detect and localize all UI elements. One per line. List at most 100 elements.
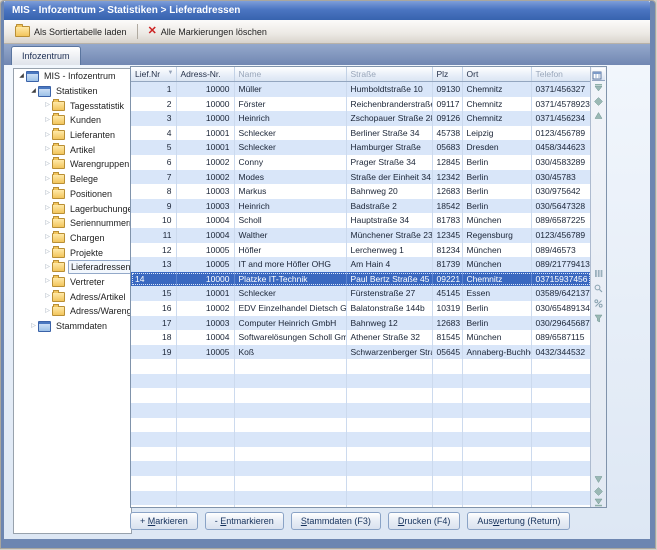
- cell-liefnr[interactable]: 7: [131, 170, 176, 185]
- tree-item[interactable]: Adress/Artikel: [14, 289, 131, 304]
- table-row[interactable]: 2 10000 Förster Reichenbranderstraße 3 0…: [131, 97, 590, 112]
- cell-liefnr[interactable]: 15: [131, 286, 176, 301]
- cell-telefon[interactable]: 0123/456789: [531, 228, 590, 243]
- cell-strasse[interactable]: Bahnweg 12: [346, 316, 432, 331]
- cell-strasse[interactable]: Hauptstraße 34: [346, 213, 432, 228]
- tree-expand-icon[interactable]: [43, 175, 52, 184]
- cell-adressnr[interactable]: 10001: [176, 286, 234, 301]
- cell-adressnr[interactable]: 10000: [176, 272, 234, 287]
- cell-liefnr[interactable]: 10: [131, 213, 176, 228]
- cell-strasse[interactable]: Am Hain 4: [346, 257, 432, 272]
- cell-ort[interactable]: Regensburg: [462, 228, 531, 243]
- cell-plz[interactable]: 09117: [432, 97, 462, 112]
- cell-adressnr[interactable]: 10001: [176, 140, 234, 155]
- cell-adressnr[interactable]: 10004: [176, 213, 234, 228]
- cell-adressnr[interactable]: 10004: [176, 228, 234, 243]
- cell-adressnr[interactable]: 10005: [176, 243, 234, 258]
- cell-plz[interactable]: 09126: [432, 111, 462, 126]
- cell-strasse[interactable]: Reichenbranderstraße 3: [346, 97, 432, 112]
- cell-liefnr[interactable]: 14: [131, 272, 176, 287]
- cell-name[interactable]: Scholl: [234, 213, 346, 228]
- scroll-line-up-button[interactable]: [594, 111, 603, 120]
- tree-item[interactable]: Lagerbuchungen: [14, 201, 131, 216]
- table-row[interactable]: 18 10004 Softwarelösungen Scholl Gmb Ath…: [131, 330, 590, 345]
- cell-plz[interactable]: 12342: [432, 170, 462, 185]
- table-row[interactable]: 14 10000 Platzke IT-Technik Paul Bertz S…: [131, 272, 590, 287]
- tree-item[interactable]: Kunden: [14, 113, 131, 128]
- cell-telefon[interactable]: 03715937456: [531, 272, 590, 287]
- column-header[interactable]: Name: [234, 67, 346, 82]
- cell-telefon[interactable]: 03589/642137: [531, 286, 590, 301]
- tree-expand-icon[interactable]: [43, 189, 52, 198]
- column-header[interactable]: Adress-Nr.: [176, 67, 234, 82]
- cell-name[interactable]: Schlecker: [234, 126, 346, 141]
- cell-strasse[interactable]: Zschopauer Straße 280: [346, 111, 432, 126]
- cell-telefon[interactable]: 0432/344532: [531, 345, 590, 360]
- cell-strasse[interactable]: Balatonstraße 144b: [346, 301, 432, 316]
- cell-ort[interactable]: Chemnitz: [462, 97, 531, 112]
- tree-expand-icon[interactable]: [43, 307, 52, 316]
- mark-button[interactable]: + Markieren: [130, 512, 198, 530]
- cell-ort[interactable]: Berlin: [462, 155, 531, 170]
- cell-liefnr[interactable]: 5: [131, 140, 176, 155]
- column-header[interactable]: Straße: [346, 67, 432, 82]
- cell-name[interactable]: Schlecker: [234, 140, 346, 155]
- cell-telefon[interactable]: 0123/456789: [531, 126, 590, 141]
- cell-name[interactable]: IT and more Höfler OHG: [234, 257, 346, 272]
- stammdaten-button[interactable]: Stammdaten (F3): [291, 512, 381, 530]
- cell-ort[interactable]: Leipzig: [462, 126, 531, 141]
- cell-plz[interactable]: 09221: [432, 272, 462, 287]
- cell-name[interactable]: EDV Einzelhandel Dietsch Gmb: [234, 301, 346, 316]
- cell-liefnr[interactable]: 2: [131, 97, 176, 112]
- cell-telefon[interactable]: 089/46573: [531, 243, 590, 258]
- table-row[interactable]: 7 10002 Modes Straße der Einheit 34 1234…: [131, 170, 590, 185]
- cell-adressnr[interactable]: 10003: [176, 184, 234, 199]
- table-row[interactable]: 3 10000 Heinrich Zschopauer Straße 280 0…: [131, 111, 590, 126]
- tree-expand-icon[interactable]: [43, 160, 52, 169]
- cell-adressnr[interactable]: 10000: [176, 97, 234, 112]
- cell-plz[interactable]: 12683: [432, 316, 462, 331]
- cell-name[interactable]: Computer Heinrich GmbH: [234, 316, 346, 331]
- cell-strasse[interactable]: Prager Straße 34: [346, 155, 432, 170]
- cell-plz[interactable]: 05645: [432, 345, 462, 360]
- cell-telefon[interactable]: 030/975642: [531, 184, 590, 199]
- zoom-percent-button[interactable]: [594, 299, 603, 308]
- table-row[interactable]: 19 10005 Koß Schwarzenberger Straße 0564…: [131, 345, 590, 360]
- scroll-to-bottom-button[interactable]: [594, 498, 603, 507]
- cell-adressnr[interactable]: 10005: [176, 257, 234, 272]
- cell-liefnr[interactable]: 1: [131, 82, 176, 97]
- cell-strasse[interactable]: Humboldtstraße 10: [346, 82, 432, 97]
- cell-strasse[interactable]: Athener Straße 32: [346, 330, 432, 345]
- cell-liefnr[interactable]: 19: [131, 345, 176, 360]
- cell-ort[interactable]: Dresden: [462, 140, 531, 155]
- cell-liefnr[interactable]: 9: [131, 199, 176, 214]
- tree-item[interactable]: Statistiken: [14, 84, 131, 99]
- cell-ort[interactable]: Chemnitz: [462, 272, 531, 287]
- cell-strasse[interactable]: Fürstenstraße 27: [346, 286, 432, 301]
- cell-strasse[interactable]: Schwarzenberger Straße: [346, 345, 432, 360]
- cell-telefon[interactable]: 0371/456327: [531, 82, 590, 97]
- tree-expand-icon[interactable]: [43, 116, 52, 125]
- cell-ort[interactable]: München: [462, 213, 531, 228]
- column-header[interactable]: Plz: [432, 67, 462, 82]
- tree-expand-icon[interactable]: [29, 87, 38, 96]
- tree-item[interactable]: Adress/Warengruppen: [14, 304, 131, 319]
- cell-adressnr[interactable]: 10002: [176, 301, 234, 316]
- cell-name[interactable]: Heinrich: [234, 111, 346, 126]
- cell-plz[interactable]: 12683: [432, 184, 462, 199]
- table-row[interactable]: 9 10003 Heinrich Badstraße 2 18542 Berli…: [131, 199, 590, 214]
- cell-strasse[interactable]: Paul Bertz Straße 45: [346, 272, 432, 287]
- cell-ort[interactable]: Chemnitz: [462, 111, 531, 126]
- cell-telefon[interactable]: 0458/344623: [531, 140, 590, 155]
- cell-ort[interactable]: Annaberg-Buchholz: [462, 345, 531, 360]
- scroll-page-up-button[interactable]: [594, 97, 603, 106]
- tree-expand-icon[interactable]: [43, 263, 52, 272]
- tree-item[interactable]: Tagesstatistik: [14, 98, 131, 113]
- cell-adressnr[interactable]: 10002: [176, 170, 234, 185]
- tree-expand-icon[interactable]: [43, 145, 52, 154]
- cell-ort[interactable]: Essen: [462, 286, 531, 301]
- column-header[interactable]: Ort: [462, 67, 531, 82]
- cell-strasse[interactable]: Münchener Straße 23: [346, 228, 432, 243]
- cell-liefnr[interactable]: 18: [131, 330, 176, 345]
- cell-name[interactable]: Heinrich: [234, 199, 346, 214]
